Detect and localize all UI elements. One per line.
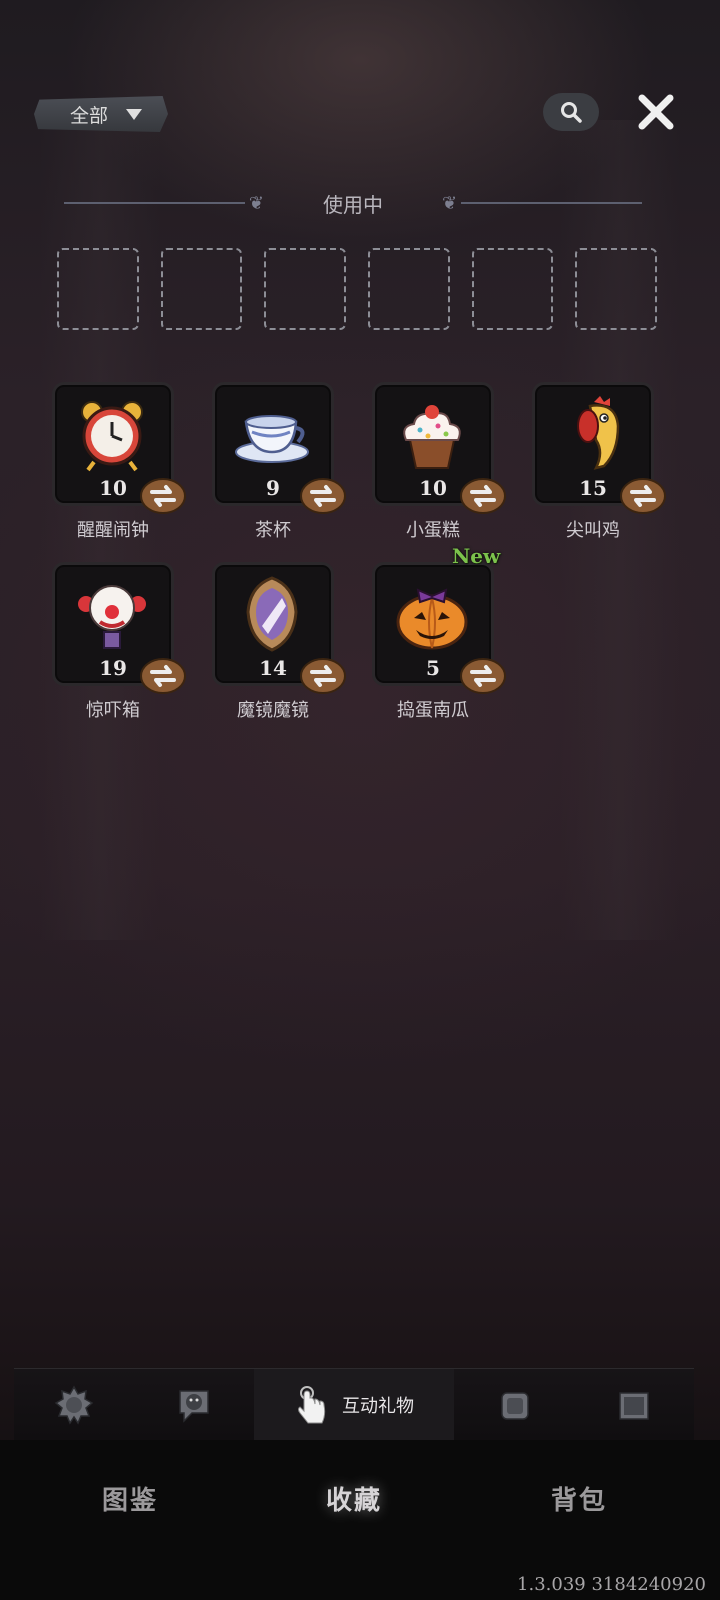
item-screaming-chicken[interactable]: 15 尖叫鸡	[532, 382, 666, 541]
item-name: 醒醒闹钟	[77, 520, 149, 541]
screaming-chicken-icon	[577, 396, 620, 470]
nav-atlas[interactable]: 图鉴	[102, 1480, 158, 1517]
empty-slot[interactable]	[160, 248, 243, 330]
swap-icon[interactable]	[620, 474, 666, 514]
search-button[interactable]	[543, 93, 599, 131]
item-grid: 10 醒醒闹钟 9 茶杯 10 小蛋糕 15 尖叫鸡 19 惊吓箱 14 魔镜魔…	[52, 382, 672, 721]
swap-icon[interactable]	[460, 474, 506, 514]
nav-backpack[interactable]: 背包	[551, 1480, 607, 1517]
swap-icon[interactable]	[460, 654, 506, 694]
tab-badge[interactable]	[14, 1369, 134, 1441]
item-name: 魔镜魔镜	[237, 700, 309, 721]
item-pumpkin[interactable]: New 5 捣蛋南瓜	[372, 544, 506, 721]
teacup-icon	[235, 415, 309, 463]
filter-label: 全部	[70, 104, 109, 127]
search-icon	[561, 102, 582, 123]
item-name: 尖叫鸡	[566, 520, 620, 541]
cupcake-icon	[403, 405, 461, 469]
close-icon	[638, 94, 674, 130]
empty-slot[interactable]	[264, 248, 347, 330]
divider	[461, 202, 642, 204]
category-tab-bar: 互动礼物	[14, 1368, 694, 1441]
clown-box-icon	[78, 585, 146, 649]
swap-icon[interactable]	[140, 654, 186, 694]
tab-interactive-gifts[interactable]: 互动礼物	[254, 1369, 454, 1441]
in-use-header: ❦ 使用中 ❦	[64, 188, 642, 218]
item-teacup[interactable]: 9 茶杯	[212, 382, 346, 541]
swap-icon[interactable]	[300, 474, 346, 514]
picture-frame-icon	[619, 1392, 649, 1420]
empty-slot[interactable]	[471, 248, 554, 330]
section-title: 使用中	[323, 192, 383, 217]
swap-icon[interactable]	[140, 474, 186, 514]
filter-dropdown[interactable]: 全部	[34, 96, 168, 132]
close-button[interactable]	[632, 88, 680, 136]
emote-face-icon	[179, 1390, 210, 1423]
item-name: 茶杯	[255, 520, 291, 541]
tab-emote[interactable]	[134, 1369, 254, 1441]
nav-collection[interactable]: 收藏	[326, 1480, 382, 1517]
chevron-down-icon	[126, 108, 143, 120]
swap-icon[interactable]	[300, 654, 346, 694]
tab-picture[interactable]	[574, 1369, 694, 1441]
frame-square-icon	[500, 1392, 529, 1420]
item-clown-box[interactable]: 19 惊吓箱	[52, 562, 186, 721]
new-badge: New	[452, 544, 501, 568]
version-text: 1.3.039 3184240920	[517, 1574, 706, 1595]
in-use-slots	[57, 248, 658, 330]
tap-hand-icon	[298, 1386, 326, 1424]
gear-badge-icon	[54, 1385, 94, 1425]
empty-slot[interactable]	[57, 248, 139, 330]
item-alarm-clock[interactable]: 10 醒醒闹钟	[52, 382, 186, 541]
ornament-icon: ❦	[248, 192, 264, 214]
tab-label: 互动礼物	[342, 1396, 414, 1417]
pumpkin-icon	[396, 588, 468, 650]
item-cupcake[interactable]: 10 小蛋糕	[372, 382, 506, 541]
alarm-clock-icon	[81, 401, 143, 472]
empty-slot[interactable]	[368, 248, 450, 330]
ornament-icon: ❦	[442, 192, 458, 214]
item-name: 小蛋糕	[406, 520, 460, 541]
item-name: 捣蛋南瓜	[397, 700, 469, 721]
tab-frame[interactable]	[454, 1369, 574, 1441]
item-magic-mirror[interactable]: 14 魔镜魔镜	[212, 562, 346, 721]
divider	[64, 202, 245, 204]
magic-mirror-icon	[246, 576, 298, 652]
empty-slot[interactable]	[575, 248, 658, 330]
item-name: 惊吓箱	[86, 700, 140, 721]
